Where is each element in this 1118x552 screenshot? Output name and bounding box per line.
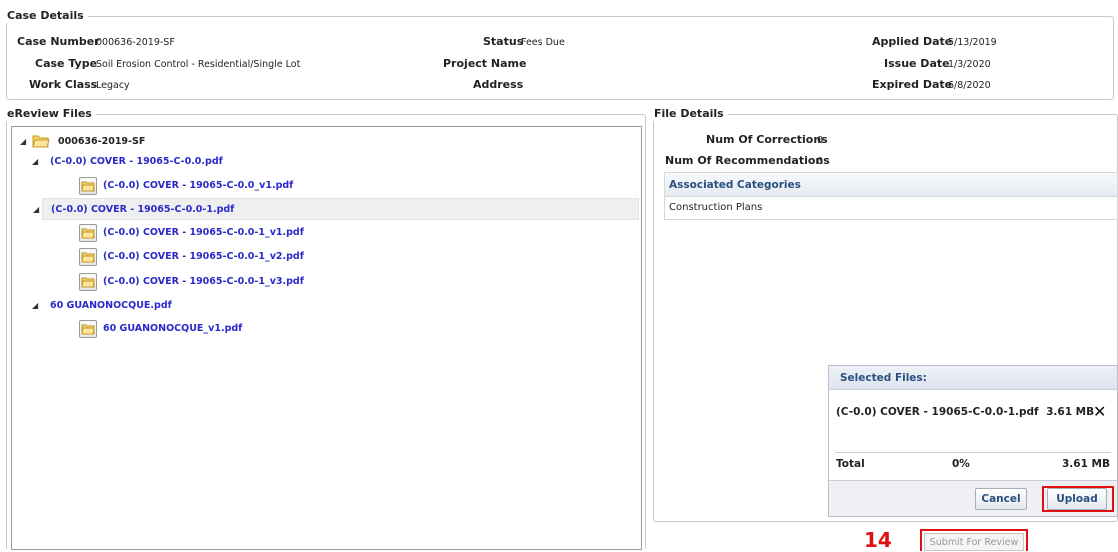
status-value: Fees Due	[521, 37, 565, 48]
associated-categories-table: Associated Categories Construction Plans	[664, 172, 1118, 220]
tree-leaf-link[interactable]: (C-0.0) COVER - 19065-C-0.0_v1.pdf	[103, 175, 293, 197]
work-class-value: Legacy	[96, 80, 130, 91]
tree-leaf-link[interactable]: (C-0.0) COVER - 19065-C-0.0-1_v1.pdf	[103, 222, 304, 244]
project-name-label: Project Name	[443, 57, 527, 70]
tree-node-link[interactable]: (C-0.0) COVER - 19065-C-0.0-1.pdf	[51, 199, 234, 221]
tree-leaf[interactable]: (C-0.0) COVER - 19065-C-0.0-1_v1.pdf	[79, 222, 379, 244]
applied-date-value: 5/13/2019	[948, 37, 997, 48]
applied-date-label: Applied Date	[872, 35, 953, 48]
expired-date-value: 6/8/2020	[948, 80, 991, 91]
tree-leaf[interactable]: (C-0.0) COVER - 19065-C-0.0_v1.pdf	[79, 175, 379, 197]
work-class-label: Work Class	[29, 78, 98, 91]
total-percent: 0%	[952, 458, 970, 470]
tree-leaf[interactable]: (C-0.0) COVER - 19065-C-0.0-1_v3.pdf	[79, 271, 379, 293]
issue-date-label: Issue Date	[884, 57, 950, 70]
tree-node-selected[interactable]: ◢ (C-0.0) COVER - 19065-C-0.0-1.pdf	[33, 198, 639, 221]
folder-icon	[79, 320, 97, 338]
folder-icon	[79, 177, 97, 195]
tree-leaf-link[interactable]: (C-0.0) COVER - 19065-C-0.0-1_v3.pdf	[103, 271, 304, 293]
issue-date-value: 1/3/2020	[948, 59, 991, 70]
case-number-value: 000636-2019-SF	[96, 37, 175, 48]
tree-root-label: 000636-2019-SF	[58, 136, 146, 147]
tree-leaf-link[interactable]: (C-0.0) COVER - 19065-C-0.0-1_v2.pdf	[103, 246, 304, 268]
expired-date-label: Expired Date	[872, 78, 953, 91]
total-label: Total	[836, 458, 865, 470]
case-type-label: Case Type	[35, 57, 98, 70]
num-corrections-value: 0	[817, 135, 824, 146]
case-details-legend: Case Details	[5, 9, 88, 23]
collapse-arrow-icon[interactable]: ◢	[20, 131, 26, 153]
totals-divider	[835, 452, 1111, 453]
address-label: Address	[473, 78, 524, 91]
file-details-legend: File Details	[652, 107, 728, 121]
num-recommendations-value: 0	[817, 156, 824, 167]
tree-leaf[interactable]: (C-0.0) COVER - 19065-C-0.0-1_v2.pdf	[79, 246, 379, 268]
selected-file-row: (C-0.0) COVER - 19065-C-0.0-1.pdf 3.61 M…	[836, 402, 1117, 422]
status-label: Status	[483, 35, 524, 48]
upload-highlight	[1042, 486, 1114, 512]
num-recommendations-label: Num Of Recommendations	[665, 154, 830, 167]
folder-icon	[79, 273, 97, 291]
selected-file-name: (C-0.0) COVER - 19065-C-0.0-1.pdf	[836, 406, 1039, 418]
selected-file-size: 3.61 MB	[1046, 406, 1095, 418]
category-cell: Construction Plans	[669, 202, 763, 213]
tree-node-link[interactable]: 60 GUANONOCQUE.pdf	[50, 295, 172, 317]
tree-leaf[interactable]: 60 GUANONOCQUE_v1.pdf	[79, 318, 379, 340]
case-number-label: Case Number	[17, 35, 100, 48]
tree-node[interactable]: ◢ 60 GUANONOCQUE.pdf	[32, 295, 332, 317]
submit-for-review-button[interactable]: Submit For Review	[924, 533, 1024, 551]
collapse-arrow-icon[interactable]: ◢	[33, 199, 39, 221]
file-tree[interactable]: ◢ 000636-2019-SF ◢ (C-0.0) COVER - 19065…	[11, 126, 642, 550]
folder-icon	[79, 248, 97, 266]
case-type-value: Soil Erosion Control - Residential/Singl…	[96, 59, 301, 70]
ereview-files-legend: eReview Files	[5, 107, 96, 121]
tree-leaf-link[interactable]: 60 GUANONOCQUE_v1.pdf	[103, 318, 242, 340]
tree-node-link[interactable]: (C-0.0) COVER - 19065-C-0.0.pdf	[50, 151, 223, 173]
total-size: 3.61 MB	[1061, 458, 1110, 470]
associated-categories-header: Associated Categories	[665, 173, 1117, 197]
collapse-arrow-icon[interactable]: ◢	[32, 151, 38, 173]
collapse-arrow-icon[interactable]: ◢	[32, 295, 38, 317]
remove-file-icon[interactable]: ✕	[1093, 402, 1106, 422]
selected-files-header: Selected Files:	[829, 366, 1117, 390]
tree-node[interactable]: ◢ (C-0.0) COVER - 19065-C-0.0.pdf	[32, 151, 332, 173]
num-corrections-label: Num Of Corrections	[706, 133, 828, 146]
folder-icon	[79, 224, 97, 242]
cancel-button[interactable]: Cancel	[975, 488, 1027, 510]
step-number: 14	[864, 528, 892, 552]
